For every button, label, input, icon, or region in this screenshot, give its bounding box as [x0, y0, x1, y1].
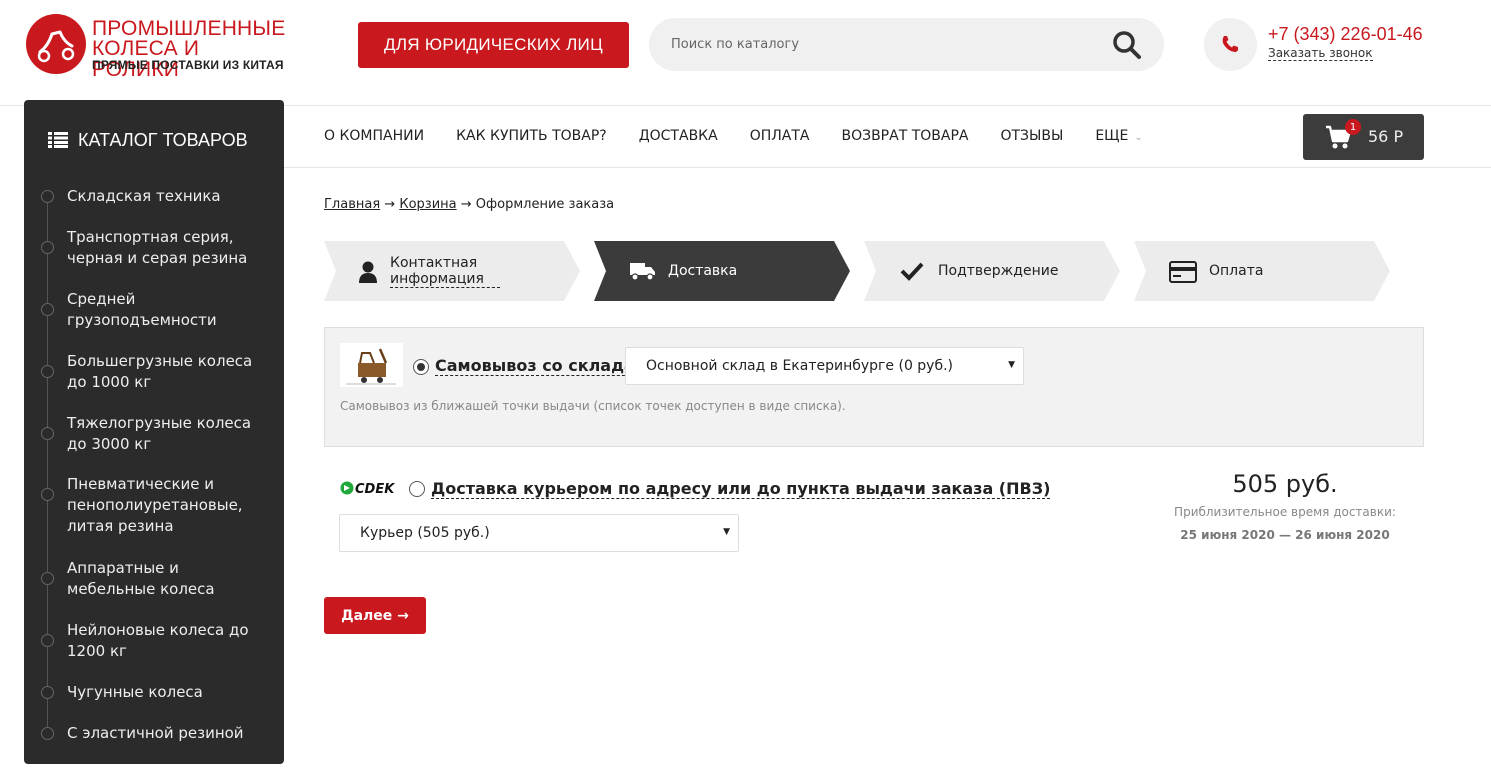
step-confirmation[interactable]: Подтверждение — [864, 241, 1122, 301]
cart-count-badge: 1 — [1345, 119, 1361, 135]
pickup-description: Самовывоз из ближашей точки выдачи (спис… — [340, 399, 846, 413]
checkmark-icon — [900, 262, 924, 281]
next-button[interactable]: Далее → — [324, 597, 426, 634]
dropdown-arrow-icon: ▼ — [1008, 360, 1015, 370]
cdek-logo-text: CDEK — [355, 482, 395, 497]
tree-node-icon — [41, 727, 54, 740]
step-label: Оплата — [1209, 263, 1264, 279]
step-label: Доставка — [668, 263, 738, 279]
step-payment[interactable]: Оплата — [1134, 241, 1392, 301]
search-input[interactable] — [671, 18, 1091, 71]
catalog-title[interactable]: КАТАЛОГ ТОВАРОВ — [48, 128, 248, 152]
sidebar-category-label: Тяжелогрузные колеса до 3000 кг — [67, 414, 252, 453]
nav-item-more-label: ЕЩЕ — [1095, 128, 1129, 144]
search-icon[interactable] — [1112, 30, 1142, 60]
delivery-eta-dates: 25 июня 2020 — 26 июня 2020 — [1180, 528, 1390, 542]
sidebar-category-label: Аппаратные и мебельные колеса — [67, 559, 215, 598]
logo-text-line1: ПРОМЫШЛЕННЫЕ — [92, 17, 286, 40]
nav-item-payment[interactable]: ОПЛАТА — [750, 128, 810, 148]
courier-radio[interactable] — [409, 481, 425, 497]
logo[interactable]: ПРОМЫШЛЕННЫЕ КОЛЕСА И РОЛИКИ ПРЯМЫЕ ПОСТ… — [26, 14, 286, 80]
nav-item-delivery[interactable]: ДОСТАВКА — [639, 128, 718, 148]
tree-node-icon — [41, 488, 54, 501]
breadcrumb-home[interactable]: Главная — [324, 197, 380, 212]
breadcrumb: Главная → Корзина → Оформление заказа — [324, 197, 614, 212]
chevron-down-icon: ⌄ — [1134, 132, 1143, 143]
user-icon — [359, 261, 377, 283]
logo-emblem-icon — [26, 14, 86, 74]
nav-item-more[interactable]: ЕЩЕ ⌄ — [1095, 128, 1142, 148]
list-icon — [48, 132, 68, 148]
pickup-radio[interactable] — [413, 359, 429, 375]
credit-card-icon — [1169, 261, 1197, 283]
tree-node-icon — [41, 572, 54, 585]
tree-node-icon — [41, 241, 54, 254]
phone-icon — [1222, 36, 1238, 52]
step-label: Подтверждение — [938, 263, 1059, 279]
courier-select-value: Курьер (505 руб.) — [360, 525, 490, 541]
tree-node-icon — [41, 686, 54, 699]
nav-divider — [284, 167, 1491, 168]
phone-number[interactable]: +7 (343) 226-01-46 — [1268, 24, 1423, 45]
breadcrumb-separator: → — [384, 197, 396, 212]
breadcrumb-current: Оформление заказа — [475, 197, 615, 212]
legal-entities-button[interactable]: ДЛЯ ЮРИДИЧЕСКИХ ЛИЦ — [358, 22, 629, 68]
step-delivery[interactable]: Доставка — [594, 241, 852, 301]
pickup-option-panel: Самовывоз со склада Основной склад в Ека… — [324, 327, 1424, 447]
courier-title[interactable]: Доставка курьером по адресу или до пункт… — [431, 479, 1051, 499]
sidebar-category-label: Большегрузные колеса до 1000 кг — [67, 352, 253, 391]
search-box — [649, 18, 1164, 71]
sidebar-category-label: Нейлоновые колеса до 1200 кг — [67, 621, 249, 660]
pickup-title[interactable]: Самовывоз со склада — [435, 356, 635, 376]
breadcrumb-separator: → — [460, 197, 472, 212]
nav-item-returns[interactable]: ВОЗВРАТ ТОВАРА — [841, 128, 968, 148]
catalog-tree-line — [47, 196, 48, 736]
tree-node-icon — [41, 365, 54, 378]
callback-link[interactable]: Заказать звонок — [1268, 46, 1373, 61]
sidebar-category-label: Средней грузоподъемности — [67, 290, 217, 329]
tree-node-icon — [41, 303, 54, 316]
dropdown-arrow-icon: ▼ — [723, 527, 730, 537]
nav-item-reviews[interactable]: ОТЗЫВЫ — [1000, 128, 1063, 148]
tree-node-icon — [41, 427, 54, 440]
logo-tagline: ПРЯМЫЕ ПОСТАВКИ ИЗ КИТАЯ — [92, 58, 284, 72]
delivery-price: 505 руб. — [1232, 470, 1338, 498]
sidebar-category-label: Складская техника — [67, 187, 221, 205]
sidebar-category-label: Пневматические и пенополиуретановые, лит… — [67, 475, 243, 535]
tree-node-icon — [41, 190, 54, 203]
nav-item-about[interactable]: О КОМПАНИИ — [324, 128, 424, 148]
warehouse-cart-icon — [340, 343, 403, 387]
warehouse-select-value: Основной склад в Екатеринбурге (0 руб.) — [646, 358, 954, 374]
step-contact-info[interactable]: Контактная информация — [324, 241, 582, 301]
phone-icon-wrap — [1204, 18, 1257, 71]
courier-select[interactable]: Курьер (505 руб.) ▼ — [339, 514, 739, 552]
main-nav: О КОМПАНИИ КАК КУПИТЬ ТОВАР? ДОСТАВКА ОП… — [324, 128, 1175, 148]
cdek-logo-icon: CDEK — [340, 481, 395, 497]
tree-node-icon — [41, 634, 54, 647]
sidebar-category-label: С эластичной резиной — [67, 724, 244, 742]
sidebar-category-label: Транспортная серия, черная и серая резин… — [67, 228, 248, 267]
breadcrumb-cart[interactable]: Корзина — [399, 197, 456, 212]
nav-item-how-to-buy[interactable]: КАК КУПИТЬ ТОВАР? — [456, 128, 607, 148]
truck-icon — [630, 263, 655, 281]
catalog-sidebar: КАТАЛОГ ТОВАРОВ Складская техника Транспо… — [24, 100, 284, 764]
header: ПРОМЫШЛЕННЫЕ КОЛЕСА И РОЛИКИ ПРЯМЫЕ ПОСТ… — [0, 0, 1491, 106]
checkout-steps: Контактная информация Доставка Подтвержд… — [324, 241, 1394, 301]
step-label: Контактная информация — [390, 255, 500, 288]
delivery-eta-label: Приблизительное время доставки: — [1174, 505, 1396, 519]
cart-button[interactable]: 1 56 Р — [1303, 114, 1424, 160]
catalog-title-label: КАТАЛОГ ТОВАРОВ — [78, 129, 248, 150]
sidebar-category-label: Чугунные колеса — [67, 683, 203, 701]
cart-total: 56 Р — [1368, 127, 1404, 146]
warehouse-select[interactable]: Основной склад в Екатеринбурге (0 руб.) … — [625, 347, 1024, 385]
